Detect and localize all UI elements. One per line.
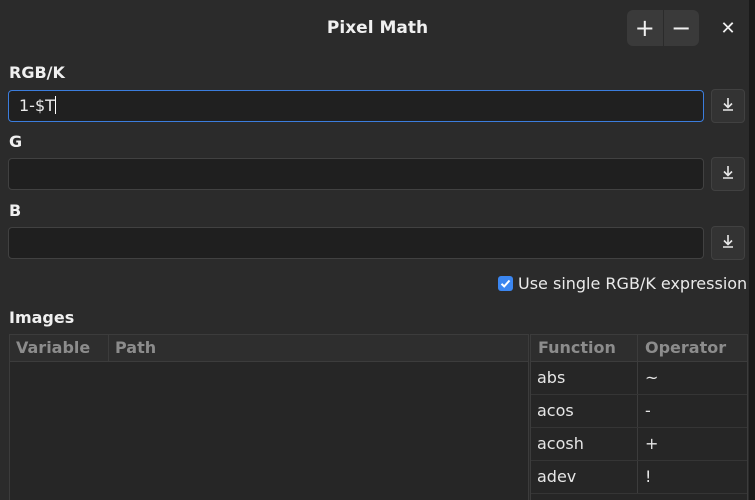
- pixel-math-window: Pixel Math + − ✕ RGB/K 1-$T G B Use sing…: [0, 0, 755, 500]
- g-expression-input[interactable]: [8, 158, 704, 190]
- window-edge: [749, 0, 755, 500]
- column-header-operator[interactable]: Operator: [638, 335, 747, 361]
- b-label: B: [9, 201, 22, 220]
- function-cell[interactable]: acos: [531, 395, 638, 427]
- rgbk-expression-input[interactable]: 1-$T: [8, 90, 704, 122]
- g-label: G: [9, 132, 23, 151]
- download-icon: [720, 96, 736, 116]
- single-expression-checkbox[interactable]: [498, 274, 513, 293]
- download-icon: [720, 164, 736, 184]
- column-header-function[interactable]: Function: [531, 335, 638, 361]
- checkmark-icon: [500, 274, 511, 293]
- table-row[interactable]: acos -: [531, 395, 747, 428]
- single-expression-label: Use single RGB/K expression: [518, 273, 748, 293]
- table-row[interactable]: acosh +: [531, 428, 747, 461]
- images-table-header: Variable Path: [10, 335, 528, 362]
- b-download-button[interactable]: [711, 226, 745, 260]
- function-cell[interactable]: abs: [531, 362, 638, 394]
- images-section-label: Images: [9, 308, 75, 327]
- functions-table[interactable]: Function Operator abs ~ acos - acosh + a…: [530, 334, 748, 500]
- column-header-path[interactable]: Path: [109, 335, 528, 361]
- close-button[interactable]: ✕: [716, 18, 740, 40]
- operator-cell[interactable]: !: [638, 461, 747, 493]
- rgbk-download-button[interactable]: [711, 89, 745, 123]
- column-header-variable[interactable]: Variable: [10, 335, 109, 361]
- titlebar-button-group: + −: [627, 10, 699, 46]
- function-cell[interactable]: acosh: [531, 428, 638, 460]
- operator-cell[interactable]: ~: [638, 362, 747, 394]
- rgbk-label: RGB/K: [9, 63, 65, 82]
- functions-table-header: Function Operator: [531, 335, 747, 362]
- b-expression-input[interactable]: [8, 227, 704, 259]
- table-row[interactable]: abs ~: [531, 362, 747, 395]
- download-icon: [720, 233, 736, 253]
- titlebar: Pixel Math + − ✕: [0, 0, 755, 56]
- single-expression-option[interactable]: Use single RGB/K expression: [498, 272, 747, 294]
- operator-cell[interactable]: +: [638, 428, 747, 460]
- operator-cell[interactable]: -: [638, 395, 747, 427]
- remove-button[interactable]: −: [663, 10, 699, 46]
- g-download-button[interactable]: [711, 157, 745, 191]
- rgbk-expression-value: 1-$T: [19, 96, 55, 115]
- add-button[interactable]: +: [627, 10, 663, 46]
- images-table[interactable]: Variable Path: [9, 334, 529, 500]
- function-cell[interactable]: adev: [531, 461, 638, 493]
- text-caret: [54, 96, 56, 114]
- table-row[interactable]: adev !: [531, 461, 747, 494]
